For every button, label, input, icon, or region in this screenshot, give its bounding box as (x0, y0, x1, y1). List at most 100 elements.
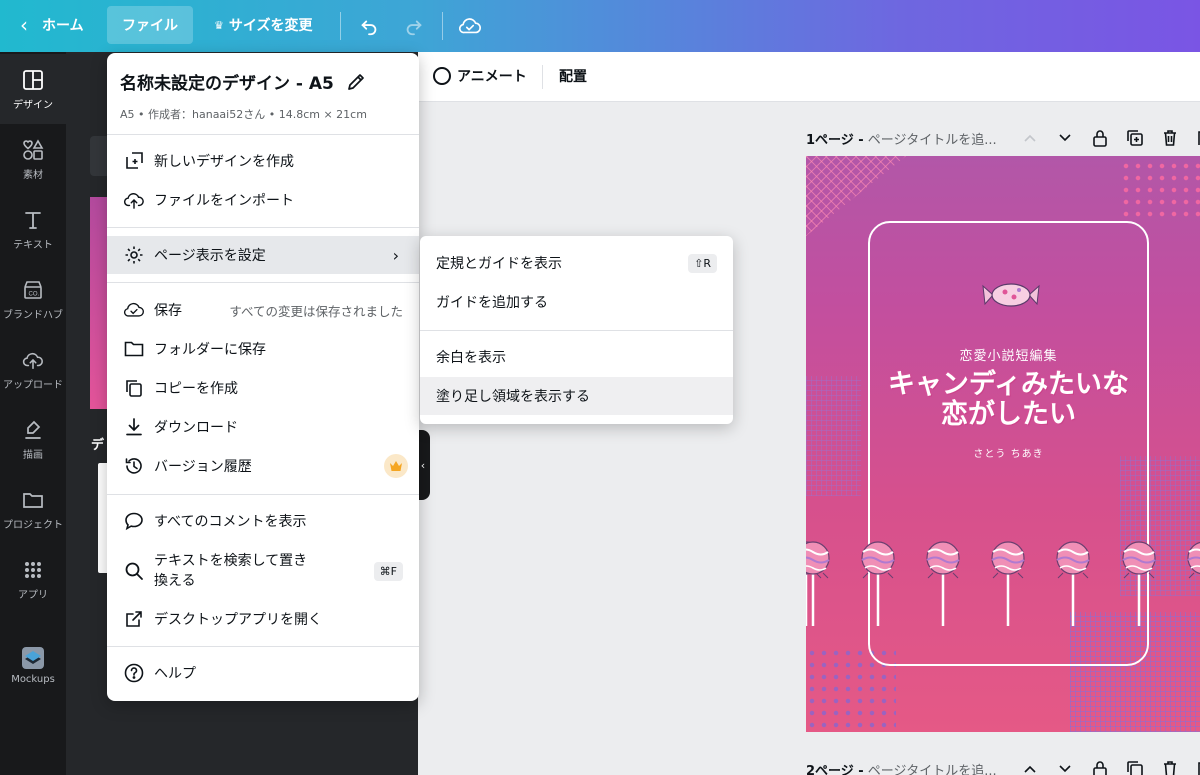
menu-item-save[interactable]: 保存 すべての変更は保存されました (107, 291, 419, 329)
save-status: すべての変更は保存されました (229, 303, 403, 319)
duplicate-page-icon[interactable] (1117, 760, 1152, 775)
rail-item-apps[interactable]: アプリ (0, 544, 66, 614)
brand-icon: CO. (21, 278, 45, 302)
menu-item-find-replace[interactable]: テキストを検索して置き 換える ⌘F (107, 546, 419, 596)
menu-item-make-copy[interactable]: コピーを作成 (107, 369, 419, 407)
animate-label: アニメート (457, 69, 527, 85)
rail-item-brand-hub[interactable]: CO. ブランドハブ (0, 264, 66, 334)
lock-icon[interactable] (1082, 129, 1117, 147)
page-2-header[interactable]: 2ページ - ページタイトルを追... (806, 758, 997, 775)
menu-item-version-history[interactable]: バージョン履歴 (107, 447, 419, 485)
file-menu-button[interactable]: ファイル (107, 6, 193, 44)
external-link-icon (123, 608, 145, 630)
file-menu: 名称未設定のデザイン - A5 A5 • 作成者：hanaai52さん • 14… (107, 53, 419, 701)
folder-icon (123, 338, 145, 360)
svg-text:CO.: CO. (29, 291, 40, 297)
add-page-icon[interactable] (1187, 129, 1200, 147)
home-label: ホーム (42, 18, 84, 34)
crown-icon: ♛ (214, 18, 224, 32)
menu-item-view-settings[interactable]: ページ表示を設定 › (107, 236, 419, 274)
menu-item-help[interactable]: ヘルプ (107, 654, 419, 692)
rail-item-draw[interactable]: 描画 (0, 404, 66, 474)
chevron-down-icon[interactable] (1047, 764, 1082, 774)
menu-divider (107, 134, 419, 135)
help-icon (123, 662, 145, 684)
rail-item-text[interactable]: テキスト (0, 194, 66, 264)
menu-item-label: フォルダーに保存 (154, 342, 266, 358)
page-number: 2ページ - (806, 763, 864, 775)
page-title-input[interactable]: ページタイトルを追... (868, 129, 997, 148)
duplicate-page-icon[interactable] (1117, 129, 1152, 147)
animate-button[interactable]: アニメート (433, 66, 527, 86)
download-icon (123, 416, 145, 438)
design-meta: A5 • 作成者：hanaai52さん • 14.8cm × 21cm (120, 108, 367, 121)
rail-item-mockups[interactable]: Mockups (0, 630, 66, 700)
resize-button[interactable]: ♛ サイズを変更 (214, 6, 312, 44)
draw-icon (21, 418, 45, 442)
layout-icon (21, 68, 45, 92)
menu-item-new-design[interactable]: 新しいデザインを作成 (107, 142, 419, 180)
rail-label: デザイン (13, 99, 53, 111)
undo-icon[interactable] (355, 12, 383, 40)
add-page-icon[interactable] (1187, 760, 1200, 775)
submenu-item-bleed[interactable]: 塗り足し領域を表示する (420, 377, 733, 415)
design-title[interactable]: キャンディみたいな 恋がしたい (846, 370, 1171, 430)
home-button[interactable]: ‹ ホーム (12, 6, 92, 44)
rail-item-projects[interactable]: プロジェクト (0, 474, 66, 544)
rail-item-uploads[interactable]: アップロード (0, 334, 66, 404)
menu-item-import-file[interactable]: ファイルをインポート (107, 181, 419, 219)
rail-label: アップロード (3, 379, 63, 391)
chevron-up-icon[interactable] (1012, 133, 1047, 143)
chevron-up-icon[interactable] (1012, 764, 1047, 774)
menu-item-desktop-app[interactable]: デスクトップアプリを開く (107, 600, 419, 638)
search-icon (123, 560, 145, 582)
text-icon (21, 208, 45, 232)
redo-icon[interactable] (400, 12, 428, 40)
topbar-divider (340, 12, 341, 40)
cloud-saved-icon[interactable] (456, 12, 484, 40)
submenu-item-rulers-guides[interactable]: 定規とガイドを表示 ⇧R (420, 244, 733, 282)
design-page-1[interactable]: 恋愛小説短編集 キャンディみたいな 恋がしたい さとう ちあき (806, 156, 1200, 732)
pattern-dots (1120, 160, 1200, 220)
submenu-item-margins[interactable]: 余白を表示 (420, 338, 733, 376)
menu-item-save-folder[interactable]: フォルダーに保存 (107, 330, 419, 368)
shapes-icon (21, 138, 45, 162)
menu-item-label: ダウンロード (154, 420, 238, 436)
rail-label: プロジェクト (3, 519, 63, 531)
comment-icon (123, 510, 145, 532)
crown-icon (384, 454, 408, 478)
candy-icon[interactable] (981, 280, 1041, 310)
chevron-left-icon: ‹ (20, 13, 28, 37)
submenu-item-add-guide[interactable]: ガイドを追加する (420, 283, 733, 321)
arrange-button[interactable]: 配置 (559, 66, 587, 86)
resize-label: サイズを変更 (228, 18, 313, 34)
submenu-item-label: ガイドを追加する (436, 295, 548, 311)
rail-label: テキスト (13, 239, 53, 251)
page-number: 1ページ - (806, 132, 864, 148)
menu-divider (107, 282, 419, 283)
shortcut-badge: ⇧R (688, 253, 717, 273)
page-title-input[interactable]: ページタイトルを追... (868, 760, 997, 775)
menu-item-show-comments[interactable]: すべてのコメントを表示 (107, 502, 419, 540)
rail-item-elements[interactable]: 素材 (0, 124, 66, 194)
design-name[interactable]: 名称未設定のデザイン - A5 (120, 69, 366, 94)
lock-icon[interactable] (1082, 760, 1117, 775)
trash-icon[interactable] (1152, 760, 1187, 775)
menu-item-label: 保存 (154, 303, 182, 319)
left-rail: デザイン 素材 テキスト CO. ブランドハブ アップロード 描画 プロジェクト… (0, 52, 66, 775)
lollipop-row[interactable] (806, 540, 1200, 630)
trash-icon[interactable] (1152, 129, 1187, 147)
chevron-down-icon[interactable] (1047, 133, 1082, 143)
gear-icon (123, 244, 145, 266)
design-author[interactable]: さとう ちあき (868, 445, 1149, 460)
pencil-icon[interactable] (346, 72, 366, 92)
rail-item-design[interactable]: デザイン (0, 54, 66, 124)
menu-item-download[interactable]: ダウンロード (107, 408, 419, 446)
design-title-line: キャンディみたいな (887, 369, 1130, 400)
page-1-header[interactable]: 1ページ - ページタイトルを追... (806, 127, 997, 149)
menu-item-label: ヘルプ (154, 666, 196, 682)
new-design-icon (123, 150, 145, 172)
toolbar-divider (542, 65, 543, 89)
design-subtitle[interactable]: 恋愛小説短編集 (868, 345, 1149, 364)
design-title-line: 恋がしたい (941, 399, 1076, 430)
